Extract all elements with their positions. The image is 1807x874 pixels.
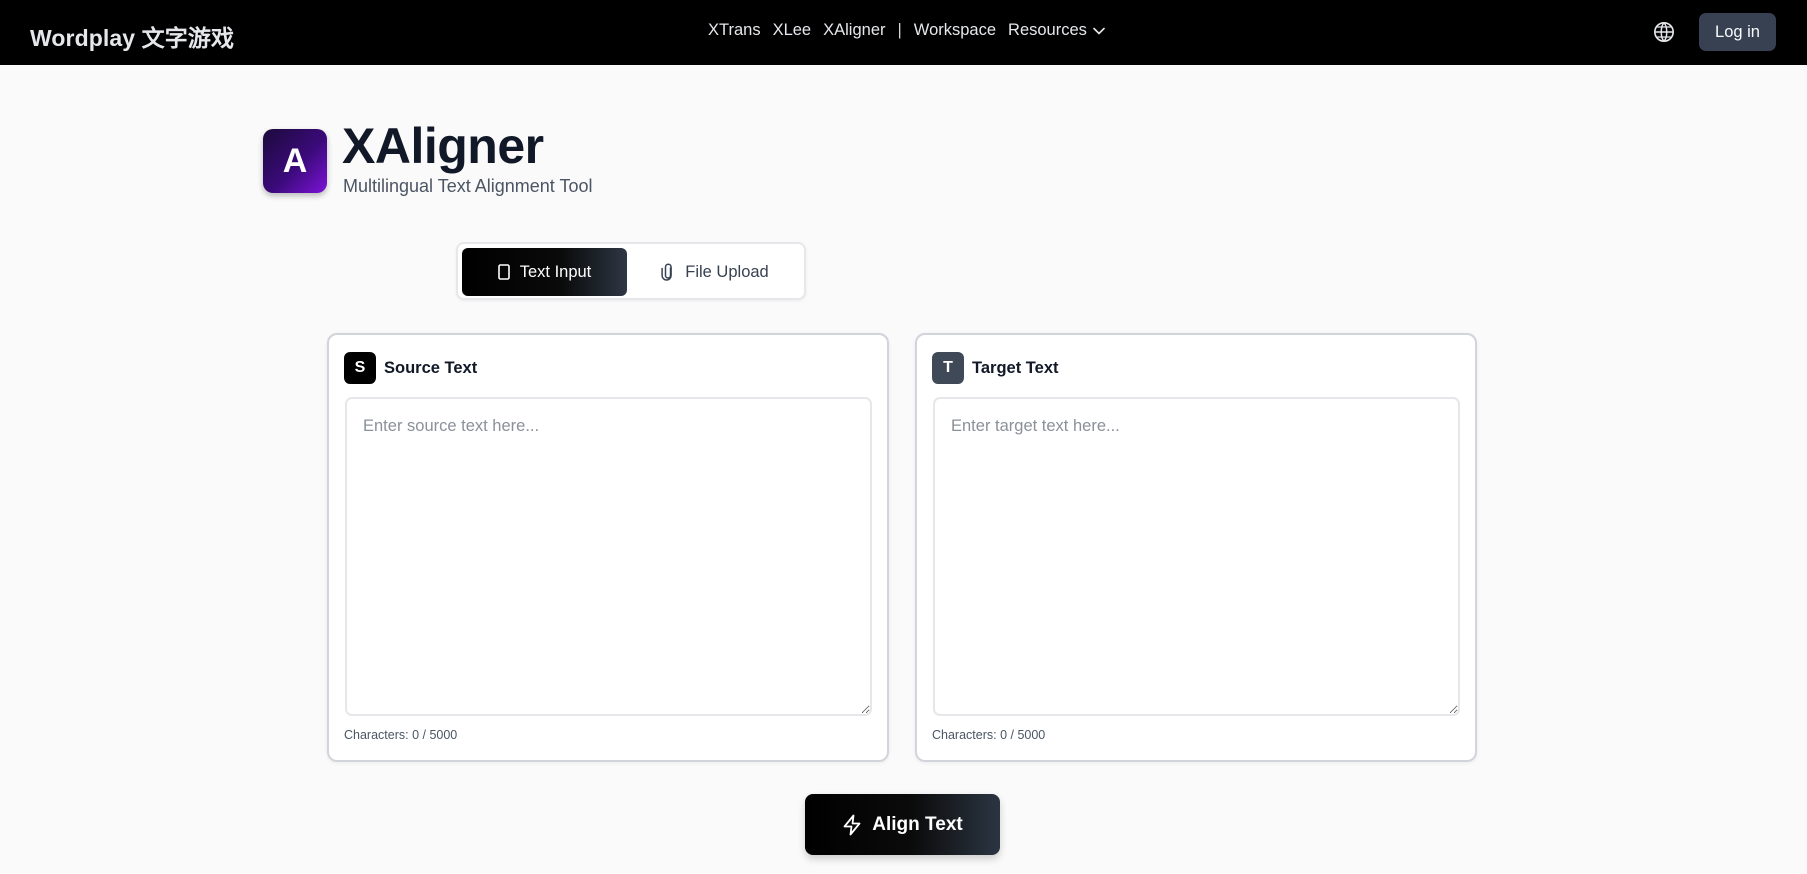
nav-resources-dropdown[interactable]: Resources: [1008, 21, 1105, 40]
top-navbar: Wordplay 文字游戏 XTrans XLee XAligner | Wor…: [0, 0, 1807, 65]
globe-icon[interactable]: [1653, 21, 1675, 43]
nav-link-xlee[interactable]: XLee: [773, 21, 812, 40]
target-panel-title: Target Text: [972, 359, 1059, 377]
input-mode-toggle: Text Input File Upload: [456, 242, 806, 300]
paperclip-icon: [661, 263, 673, 281]
page-title: XAligner: [342, 118, 544, 174]
target-text-panel: T Target Text Characters: 0 / 5000: [915, 333, 1477, 762]
tab-file-upload-label: File Upload: [685, 262, 769, 281]
target-text-input[interactable]: [933, 397, 1460, 716]
align-text-button[interactable]: Align Text: [805, 794, 1000, 855]
source-text-input[interactable]: [345, 397, 872, 716]
app-logo: A: [263, 129, 327, 193]
nav-resources-label: Resources: [1008, 21, 1087, 39]
chevron-down-icon: [1093, 27, 1105, 34]
document-icon: [497, 264, 510, 280]
tab-file-upload[interactable]: File Upload: [630, 248, 800, 296]
main-nav: XTrans XLee XAligner | Workspace Resourc…: [708, 21, 1105, 40]
tab-text-input-label: Text Input: [519, 262, 592, 281]
source-char-count: Characters: 0 / 5000: [344, 728, 458, 742]
tab-text-input[interactable]: Text Input: [462, 248, 627, 296]
source-badge: S: [344, 352, 376, 384]
align-text-label: Align Text: [872, 813, 963, 835]
source-panel-title: Source Text: [384, 359, 478, 377]
target-badge: T: [932, 352, 964, 384]
target-char-count: Characters: 0 / 5000: [932, 728, 1046, 742]
nav-link-xaligner[interactable]: XAligner: [823, 21, 885, 40]
brand-logo[interactable]: Wordplay 文字游戏: [30, 19, 234, 53]
lightning-icon: [843, 814, 861, 835]
page-subtitle: Multilingual Text Alignment Tool: [343, 176, 593, 196]
login-button[interactable]: Log in: [1699, 13, 1776, 51]
nav-separator: |: [897, 21, 902, 39]
nav-link-workspace[interactable]: Workspace: [914, 21, 996, 40]
source-text-panel: S Source Text Characters: 0 / 5000: [327, 333, 889, 762]
nav-link-xtrans[interactable]: XTrans: [708, 21, 761, 40]
